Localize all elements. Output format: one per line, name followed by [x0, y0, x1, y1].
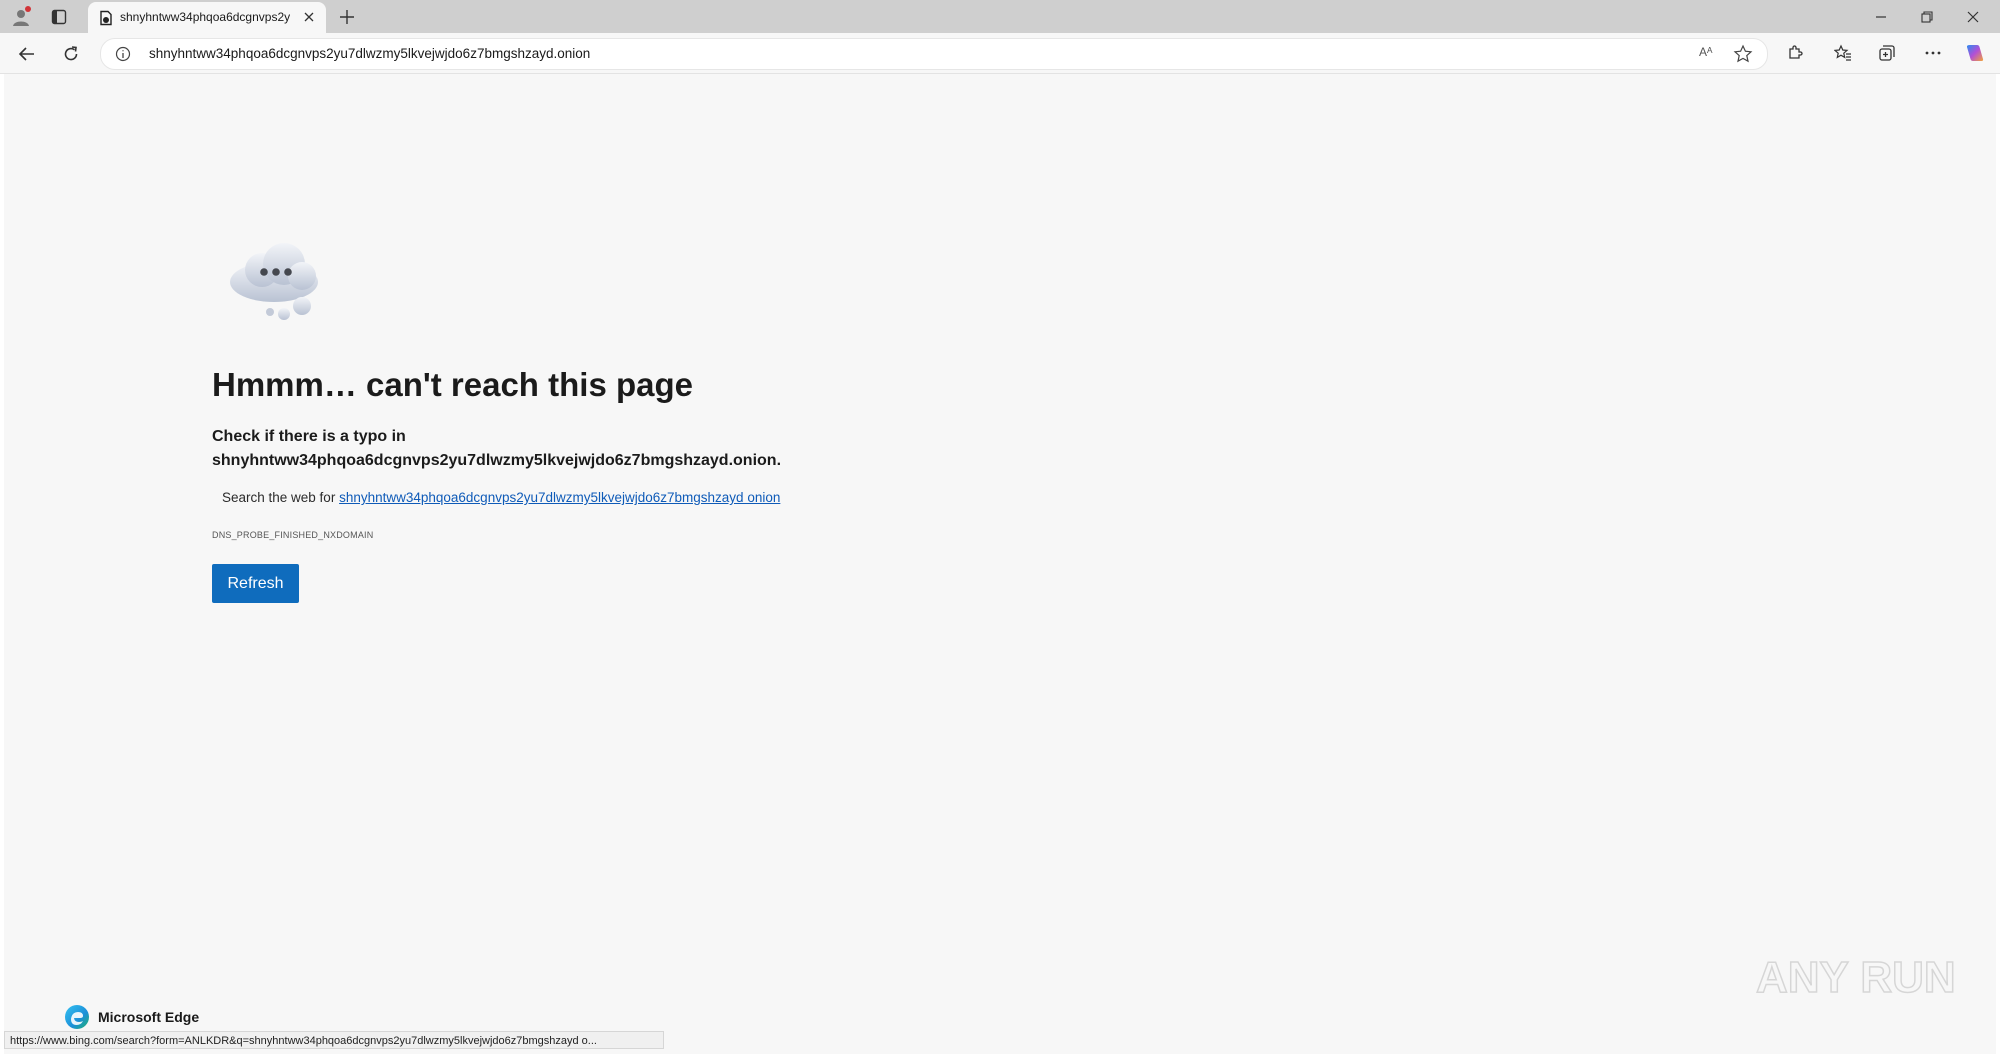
- refresh-button[interactable]: Refresh: [212, 564, 299, 603]
- status-bar-url: https://www.bing.com/search?form=ANLKDR&…: [4, 1031, 664, 1049]
- minimize-icon[interactable]: [1858, 0, 1904, 33]
- copilot-icon[interactable]: [1964, 42, 1986, 64]
- profile-icon[interactable]: [10, 6, 32, 28]
- tab-title: shnyhntww34phqoa6dcgnvps2yu7dlwzmy5lkvej…: [120, 10, 290, 24]
- collections-icon[interactable]: [1876, 42, 1898, 64]
- read-aloud-icon[interactable]: Aᴬ: [1699, 45, 1719, 63]
- search-web-link[interactable]: shnyhntww34phqoa6dcgnvps2yu7dlwzmy5lkvej…: [339, 490, 780, 505]
- watermark-text: ANY RUN: [1756, 953, 1956, 1002]
- edge-brand-label: Microsoft Edge: [98, 1009, 200, 1025]
- more-icon[interactable]: [1922, 42, 1944, 64]
- favorites-icon[interactable]: [1832, 42, 1854, 64]
- page-title: Hmmm… can't reach this page: [212, 366, 693, 403]
- error-code: DNS_PROBE_FINISHED_NXDOMAIN: [212, 530, 374, 540]
- back-arrow-icon[interactable]: [14, 41, 40, 67]
- tab-strip: shnyhntww34phqoa6dcgnvps2yu7dlwzmy5lkvej…: [0, 0, 2000, 33]
- extensions-icon[interactable]: [1784, 42, 1806, 64]
- favicon-icon: [100, 10, 112, 26]
- plus-icon[interactable]: [336, 6, 358, 28]
- reload-icon[interactable]: [58, 41, 84, 67]
- typo-hint-line1: Check if there is a typo in: [212, 428, 406, 445]
- tab-actions-icon[interactable]: [48, 6, 70, 28]
- toolbar: shnyhntww34phqoa6dcgnvps2yu7dlwzmy5lkvej…: [0, 33, 2000, 74]
- search-prefix: Search the web for: [222, 490, 340, 505]
- anyrun-logo-icon: ANY RUN: [1756, 952, 1956, 1003]
- address-bar[interactable]: shnyhntww34phqoa6dcgnvps2yu7dlwzmy5lkvej…: [100, 38, 1768, 70]
- window-close-icon[interactable]: [1950, 0, 1996, 33]
- restore-icon[interactable]: [1904, 0, 1950, 33]
- error-page: Hmmm… can't reach this page Check if the…: [4, 74, 1996, 1054]
- active-tab[interactable]: shnyhntww34phqoa6dcgnvps2yu7dlwzmy5lkvej…: [88, 2, 326, 33]
- search-suggestion: Search the web for shnyhntww34phqoa6dcgn…: [222, 490, 780, 505]
- url-text[interactable]: shnyhntww34phqoa6dcgnvps2yu7dlwzmy5lkvej…: [149, 46, 590, 61]
- close-icon[interactable]: [300, 8, 318, 26]
- star-icon[interactable]: [1733, 44, 1753, 64]
- edge-branding: Microsoft Edge: [64, 1004, 199, 1030]
- edge-logo-icon: [65, 1005, 89, 1029]
- typo-hint-line2: shnyhntww34phqoa6dcgnvps2yu7dlwzmy5lkvej…: [212, 452, 782, 469]
- info-icon[interactable]: [115, 46, 131, 62]
- cloud-icon: [230, 243, 318, 320]
